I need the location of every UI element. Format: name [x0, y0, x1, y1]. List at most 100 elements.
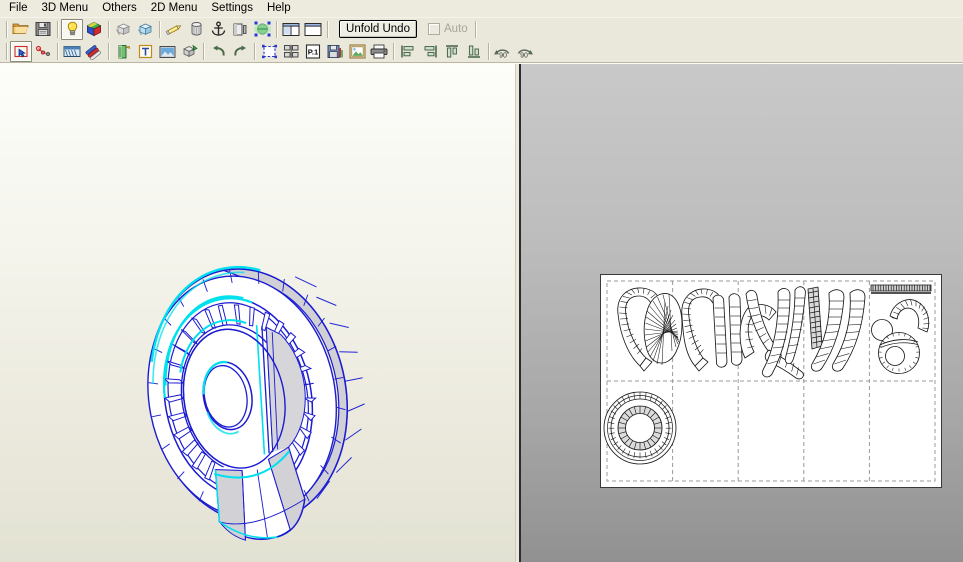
- page-setup-button[interactable]: P.1: [302, 41, 324, 62]
- flap-tool-button[interactable]: [61, 41, 83, 62]
- export-save-icon: [327, 45, 343, 58]
- toolbar-separator: [273, 20, 280, 39]
- toolbar-separator: [54, 20, 61, 39]
- line-style-button[interactable]: [83, 41, 105, 62]
- edge-edit-button[interactable]: [32, 41, 54, 62]
- open-folder-icon: [12, 23, 29, 34]
- rotate-left-90-button[interactable]: 90: [492, 41, 514, 62]
- part-rosette-annulus-6[interactable]: [603, 391, 677, 465]
- split-window-vertical-icon: [282, 22, 300, 36]
- text-t-icon: [138, 44, 152, 59]
- unfold-pattern-sheet[interactable]: [600, 274, 942, 488]
- anchor-icon: [211, 21, 225, 36]
- main-toolbar: Unfold Undo Auto: [0, 17, 963, 40]
- application-window: File 3D Menu Others 2D Menu Settings Hel…: [0, 0, 963, 562]
- toolbar-separator: [324, 20, 331, 39]
- toolbar-separator: [390, 42, 397, 61]
- align-left-button[interactable]: [397, 41, 419, 62]
- save-file-button[interactable]: [32, 19, 54, 40]
- box-arrow-icon: [182, 44, 198, 58]
- toolbar-separator: [200, 42, 207, 61]
- selection-arrow-icon: [13, 45, 28, 57]
- menu-item-file[interactable]: File: [2, 1, 35, 17]
- toolbar-separator: [105, 42, 112, 61]
- panel-2d-view[interactable]: [521, 64, 963, 562]
- rotate-left-90-icon: 90: [494, 49, 510, 59]
- gray-cube-icon: [115, 23, 130, 35]
- toolbar-separator: [156, 20, 163, 39]
- panel-tool-button[interactable]: [229, 19, 251, 40]
- toolbar-separator: [472, 20, 479, 39]
- svg-text:P.1: P.1: [308, 47, 319, 56]
- texture-view-button[interactable]: [83, 19, 105, 40]
- menu-item-settings[interactable]: Settings: [204, 1, 260, 17]
- auto-checkbox-wrapper[interactable]: Auto: [428, 23, 468, 35]
- toolbar-separator: [54, 42, 61, 61]
- auto-checkbox-label: Auto: [444, 23, 468, 35]
- blue-cube-icon: [137, 23, 152, 35]
- picture-export-icon: [349, 44, 365, 59]
- measure-tool-button[interactable]: [112, 41, 134, 62]
- pencil-icon: [165, 24, 182, 35]
- marquee-select-icon: [261, 44, 277, 59]
- lightbulb-icon: [67, 21, 77, 36]
- marquee-select-button[interactable]: [258, 41, 280, 62]
- printer-icon: [370, 44, 388, 59]
- single-window-icon: [304, 22, 322, 36]
- print-button[interactable]: [368, 41, 390, 62]
- undo-button[interactable]: [207, 41, 229, 62]
- floppy-disk-save-icon: [35, 22, 51, 36]
- align-right-button[interactable]: [419, 41, 441, 62]
- align-top-icon: [446, 45, 458, 58]
- rotate-right-90-button[interactable]: 90: [514, 41, 536, 62]
- select-object-button[interactable]: [251, 19, 273, 40]
- menu-item-others[interactable]: Others: [95, 1, 144, 17]
- flap-strip-icon: [63, 46, 81, 57]
- split-view-button[interactable]: [280, 19, 302, 40]
- export-button[interactable]: [324, 41, 346, 62]
- cylinder-icon: [191, 22, 201, 36]
- redo-arrow-icon: [233, 45, 246, 56]
- auto-checkbox[interactable]: [428, 23, 440, 35]
- cylinder-tool-button[interactable]: [185, 19, 207, 40]
- toolbar-separator: [251, 42, 258, 61]
- align-top-button[interactable]: [441, 41, 463, 62]
- ruler-pen-icon: [118, 44, 130, 58]
- single-view-button[interactable]: [302, 19, 324, 40]
- flat-shading-button[interactable]: [112, 19, 134, 40]
- open-file-button[interactable]: [10, 19, 32, 40]
- toolbar-separator: [3, 20, 10, 39]
- arrange-parts-button[interactable]: [280, 41, 302, 62]
- output-picture-button[interactable]: [346, 41, 368, 62]
- align-bottom-button[interactable]: [463, 41, 485, 62]
- add-text-button[interactable]: [134, 41, 156, 62]
- toolbar-separator: [3, 42, 10, 61]
- page-p1-icon: P.1: [305, 44, 321, 59]
- align-right-icon: [424, 45, 437, 58]
- menu-item-help[interactable]: Help: [260, 1, 298, 17]
- toolbar-separator: [485, 42, 492, 61]
- color-markers-icon: [85, 44, 102, 60]
- redo-button[interactable]: [229, 41, 251, 62]
- menu-item-3d-menu[interactable]: 3D Menu: [35, 1, 96, 17]
- globe-select-icon: [253, 21, 271, 37]
- lighting-toggle-button[interactable]: [61, 18, 83, 40]
- flat-panel-icon: [233, 23, 247, 35]
- select-tool-button[interactable]: [10, 41, 32, 62]
- model-3d-wireframe: [147, 265, 365, 541]
- anchor-tool-button[interactable]: [207, 19, 229, 40]
- align-left-icon: [401, 45, 414, 58]
- wireframe-view-button[interactable]: [134, 19, 156, 40]
- add-picture-button[interactable]: [156, 41, 178, 62]
- arrange-parts-icon: [283, 44, 298, 59]
- svg-text:90: 90: [520, 52, 528, 59]
- edit-tool-button[interactable]: [163, 19, 185, 40]
- secondary-toolbar: P.1 90 90: [0, 40, 963, 63]
- menu-item-2d-menu[interactable]: 2D Menu: [144, 1, 205, 17]
- toolbar-separator: [105, 20, 112, 39]
- part-toothed-disc-5[interactable]: [878, 332, 920, 374]
- panel-3d-view[interactable]: [0, 64, 515, 562]
- svg-text:90: 90: [499, 52, 507, 59]
- unfold-undo-button[interactable]: Unfold Undo: [339, 20, 417, 38]
- move-part-button[interactable]: [178, 41, 200, 62]
